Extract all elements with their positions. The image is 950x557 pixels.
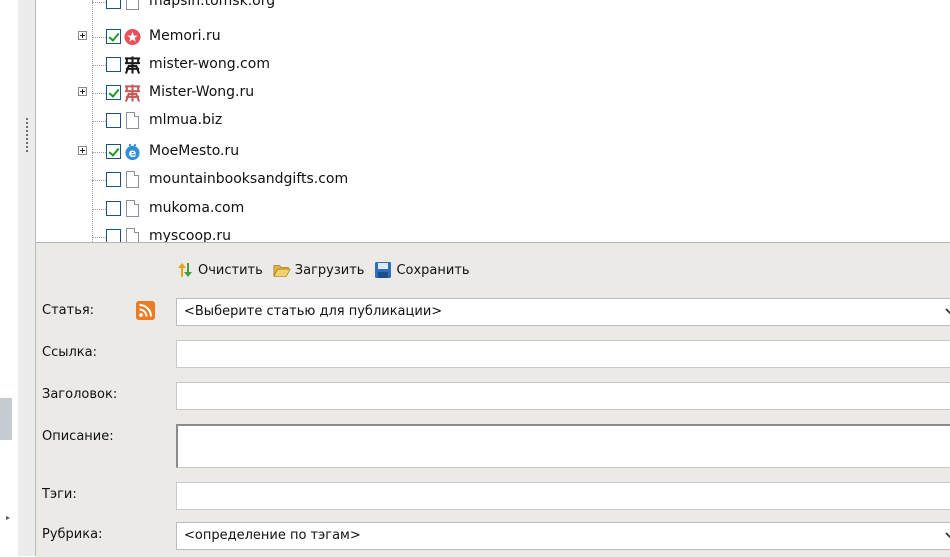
expand-icon[interactable]: [78, 87, 87, 96]
tree-item[interactable]: Mister-Wong.ru: [36, 79, 950, 107]
tree-item[interactable]: e MoeMesto.ru: [36, 138, 950, 166]
chevron-down-icon[interactable]: [945, 530, 950, 540]
bookmark-services-tree: mapsin.tomsk.org Memori.ru mister-wong.c…: [36, 0, 950, 242]
tree-item-label: mlmua.biz: [149, 112, 223, 128]
tree-item-checkbox[interactable]: [106, 113, 121, 128]
tree-item[interactable]: mountainbooksandgifts.com: [36, 166, 950, 194]
tree-item-label: myscoop.ru: [149, 228, 232, 242]
category-select-value: <определение по тэгам>: [184, 528, 361, 543]
save-disk-icon: [375, 262, 392, 278]
splitter-grip[interactable]: [26, 118, 28, 152]
article-select-value: <Выберите статью для публикации>: [184, 304, 443, 319]
clear-button[interactable]: Очистить: [176, 262, 263, 278]
tree-item[interactable]: myscoop.ru: [36, 223, 950, 242]
article-select[interactable]: <Выберите статью для публикации>: [176, 298, 950, 326]
form-toolbar: Очистить Загрузить Сохранить: [176, 259, 470, 281]
memori-logo-icon: [124, 28, 141, 46]
left-arrow-icon[interactable]: [6, 516, 10, 520]
tree-item-checkbox[interactable]: [106, 57, 121, 72]
tree-item-checkbox[interactable]: [106, 144, 121, 159]
tree-item-checkbox[interactable]: [106, 85, 121, 100]
expand-icon[interactable]: [78, 31, 87, 40]
link-input[interactable]: [176, 340, 950, 368]
publish-form-panel: Очистить Загрузить Сохранить Статья: <Вы…: [36, 242, 950, 557]
tree-item[interactable]: Memori.ru: [36, 23, 950, 51]
tree-item-label: mister-wong.com: [149, 56, 270, 72]
title-label: Заголовок:: [42, 387, 118, 402]
tree-item-checkbox[interactable]: [106, 172, 121, 187]
left-pane-scroll-band: [0, 398, 12, 440]
document-icon: [126, 228, 139, 242]
tree-item-label: mountainbooksandgifts.com: [149, 171, 349, 187]
document-icon: [126, 171, 139, 188]
tree-item-label: MoeMesto.ru: [149, 143, 240, 159]
tree-item[interactable]: mapsin.tomsk.org: [36, 0, 950, 16]
description-label: Описание:: [42, 429, 114, 444]
open-folder-icon: [273, 265, 291, 277]
left-pane-edge: [0, 0, 18, 556]
rss-feed-icon[interactable]: [136, 301, 155, 320]
save-label: Сохранить: [396, 262, 470, 278]
load-button[interactable]: Загрузить: [273, 262, 365, 278]
tree-item-label: Mister-Wong.ru: [149, 84, 255, 100]
article-label: Статья:: [42, 303, 95, 318]
save-button[interactable]: Сохранить: [374, 262, 470, 278]
moemesto-logo-icon: e: [125, 143, 140, 160]
tree-item-checkbox[interactable]: [106, 29, 121, 44]
tree-item[interactable]: mlmua.biz: [36, 107, 950, 135]
clear-arrows-icon: [178, 263, 192, 277]
tags-input[interactable]: [176, 482, 950, 510]
load-label: Загрузить: [294, 262, 365, 278]
category-select[interactable]: <определение по тэгам>: [176, 522, 950, 550]
mister-wong-logo-icon: [124, 84, 141, 102]
link-label: Ссылка:: [42, 345, 97, 360]
document-icon: [126, 112, 139, 129]
tree-item[interactable]: mukoma.com: [36, 195, 950, 223]
description-textarea[interactable]: [176, 424, 950, 468]
tree-item-checkbox[interactable]: [106, 0, 121, 9]
document-icon: [126, 200, 139, 217]
title-input[interactable]: [176, 382, 950, 410]
mister-wong-logo-icon: [124, 56, 141, 74]
expand-icon[interactable]: [78, 146, 87, 155]
chevron-down-icon[interactable]: [945, 306, 950, 316]
pane-splitter[interactable]: [18, 0, 36, 556]
tree-item-checkbox[interactable]: [106, 229, 121, 242]
tree-item-label: mapsin.tomsk.org: [149, 0, 276, 9]
tree-item-label: Memori.ru: [149, 28, 221, 44]
tree-item-label: mukoma.com: [149, 200, 245, 216]
document-icon: [126, 0, 139, 10]
category-label: Рубрика:: [42, 527, 103, 542]
tags-label: Тэги:: [42, 487, 77, 502]
clear-label: Очистить: [198, 262, 263, 278]
tree-item-checkbox[interactable]: [106, 201, 121, 216]
tree-item[interactable]: mister-wong.com: [36, 51, 950, 79]
svg-text:e: e: [129, 146, 137, 160]
